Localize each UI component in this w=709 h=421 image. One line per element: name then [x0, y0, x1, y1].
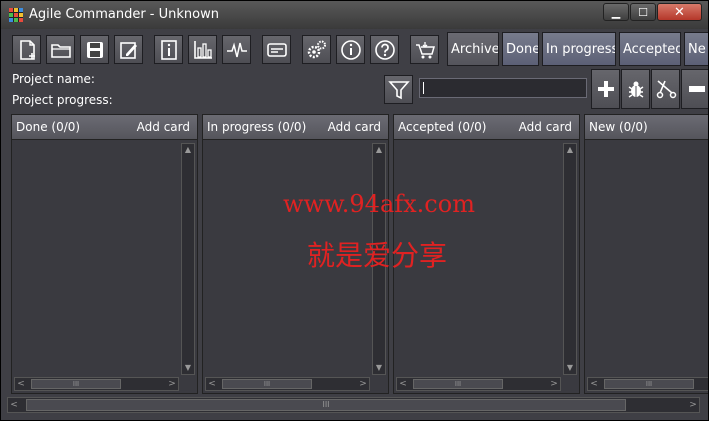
scroll-down-icon[interactable]: ▼: [564, 362, 576, 374]
basket-icon: [415, 41, 435, 58]
add-card-button[interactable]: Add card: [137, 120, 190, 134]
accepted-column-button[interactable]: Accepted: [619, 32, 681, 66]
cut-icon: [656, 80, 676, 99]
card-button[interactable]: [262, 35, 291, 64]
board-horizontal-scrollbar[interactable]: < III >: [7, 397, 700, 413]
chart-button[interactable]: [188, 35, 217, 64]
vertical-scrollbar[interactable]: ▲ ▼: [181, 143, 195, 375]
help-button[interactable]: [370, 35, 399, 64]
scroll-left-icon[interactable]: <: [8, 399, 20, 411]
scroll-up-icon[interactable]: ▲: [373, 144, 385, 156]
done-column-button[interactable]: Done: [502, 32, 539, 66]
basket-button[interactable]: [410, 35, 439, 64]
scroll-thumb[interactable]: III: [604, 379, 694, 389]
pulse-icon: [226, 41, 247, 57]
pulse-button[interactable]: [222, 35, 251, 64]
new-file-icon: [19, 39, 35, 60]
scroll-left-icon[interactable]: <: [206, 378, 218, 390]
column-header: In progress (0/0) Add card: [203, 115, 388, 140]
chart-icon: [193, 40, 212, 59]
app-window: Agile Commander - Unknown ▁ ☐ ✕ Archive …: [0, 0, 709, 421]
edit-icon: [119, 41, 137, 59]
new-column-button[interactable]: Ne: [684, 32, 708, 66]
add-card-action-button[interactable]: [591, 69, 620, 109]
text-caret: [423, 82, 424, 94]
column-done: Done (0/0) Add card ▲ ▼ < III >: [11, 114, 198, 394]
about-button[interactable]: [336, 35, 365, 64]
scroll-down-icon[interactable]: ▼: [373, 362, 385, 374]
scroll-right-icon[interactable]: >: [687, 399, 699, 411]
maximize-button[interactable]: ☐: [630, 3, 656, 21]
scroll-thumb[interactable]: III: [413, 379, 503, 389]
vertical-scrollbar[interactable]: ▲ ▼: [563, 143, 577, 375]
filter-icon: [387, 80, 410, 99]
add-card-button[interactable]: Add card: [519, 120, 572, 134]
new-file-button[interactable]: [12, 35, 41, 64]
column-header: Done (0/0) Add card: [12, 115, 197, 140]
card-icon: [266, 42, 287, 57]
help-icon: [374, 39, 395, 60]
edit-button[interactable]: [114, 35, 143, 64]
column-title: New (0/0): [589, 120, 648, 134]
watermark-url: www.94afx.com: [283, 190, 475, 218]
open-folder-icon: [50, 43, 71, 58]
scroll-left-icon[interactable]: <: [15, 378, 27, 390]
about-info-icon: [340, 39, 361, 60]
scroll-thumb[interactable]: III: [222, 379, 312, 389]
column-header: Accepted (0/0) Add card: [394, 115, 579, 140]
project-progress-label: Project progress:: [12, 93, 113, 107]
horizontal-scrollbar[interactable]: < III: [587, 377, 708, 391]
app-logo-icon: [9, 8, 23, 22]
horizontal-scrollbar[interactable]: < III >: [396, 377, 561, 391]
bug-action-button[interactable]: [621, 69, 650, 109]
project-name-label: Project name:: [12, 72, 95, 86]
remove-action-button[interactable]: [681, 69, 708, 109]
scroll-down-icon[interactable]: ▼: [182, 362, 194, 374]
title-bar[interactable]: Agile Commander - Unknown ▁ ☐ ✕: [1, 1, 708, 29]
remove-icon: [689, 86, 705, 92]
bug-icon: [628, 81, 643, 98]
minimize-button[interactable]: ▁: [603, 3, 629, 21]
save-button[interactable]: [80, 35, 109, 64]
scroll-right-icon[interactable]: >: [166, 378, 178, 390]
filter-button[interactable]: [384, 75, 413, 104]
scroll-left-icon[interactable]: <: [397, 378, 409, 390]
board-scroll-thumb[interactable]: III: [26, 399, 626, 411]
horizontal-scrollbar[interactable]: < III >: [14, 377, 179, 391]
column-header: New (0/0): [585, 115, 708, 140]
column-title: Accepted (0/0): [398, 120, 487, 134]
window-title: Agile Commander - Unknown: [29, 7, 219, 22]
scroll-right-icon[interactable]: >: [357, 378, 369, 390]
save-icon: [86, 41, 103, 58]
search-input[interactable]: [419, 78, 587, 98]
scroll-thumb[interactable]: III: [31, 379, 121, 389]
info-panel-button[interactable]: [154, 35, 183, 64]
column-new: New (0/0) < III: [584, 114, 708, 394]
in-progress-column-button[interactable]: In progress: [542, 32, 616, 66]
column-title: Done (0/0): [16, 120, 81, 134]
settings-button[interactable]: [302, 35, 331, 64]
close-button[interactable]: ✕: [657, 3, 702, 21]
archive-button[interactable]: Archive: [447, 32, 499, 66]
scroll-right-icon[interactable]: >: [548, 378, 560, 390]
scroll-left-icon[interactable]: <: [588, 378, 600, 390]
cut-action-button[interactable]: [651, 69, 680, 109]
settings-gears-icon: [307, 40, 326, 58]
open-folder-button[interactable]: [46, 35, 75, 64]
watermark-text: 就是爱分享: [307, 239, 448, 272]
add-card-button[interactable]: Add card: [328, 120, 381, 134]
scroll-up-icon[interactable]: ▲: [564, 144, 576, 156]
horizontal-scrollbar[interactable]: < III >: [205, 377, 370, 391]
add-icon: [597, 81, 614, 97]
info-panel-icon: [160, 39, 177, 60]
column-title: In progress (0/0): [207, 120, 307, 134]
scroll-up-icon[interactable]: ▲: [182, 144, 194, 156]
